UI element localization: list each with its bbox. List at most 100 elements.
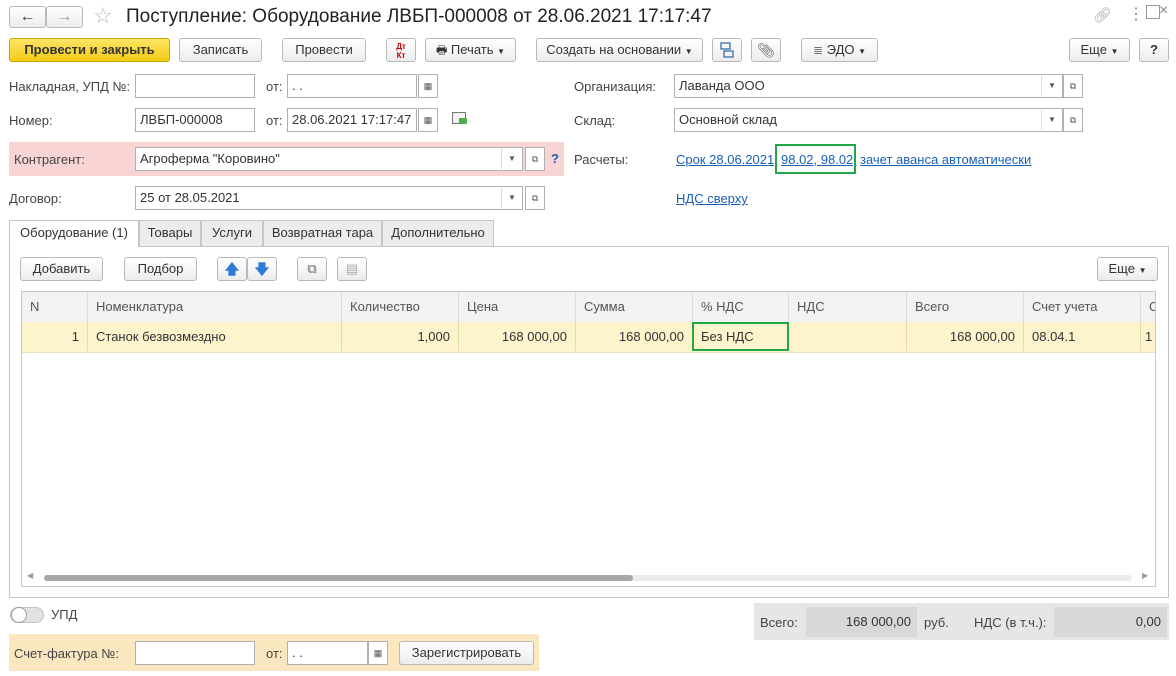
warehouse-dropdown-icon[interactable]: ▼ xyxy=(1041,108,1063,132)
payments-label: Расчеты: xyxy=(574,152,629,167)
move-down-button[interactable]: 🡇 xyxy=(247,257,277,281)
print-label: Печать xyxy=(450,42,494,57)
col-quantity[interactable]: Количество xyxy=(342,292,459,322)
col-extra[interactable]: С xyxy=(1141,292,1155,322)
col-price[interactable]: Цена xyxy=(459,292,576,322)
scroll-left-icon[interactable]: ◀ xyxy=(27,571,33,580)
toggle-knob xyxy=(11,607,27,623)
upd-toggle[interactable] xyxy=(10,607,44,623)
calendar-icon[interactable]: ▦ xyxy=(418,74,438,98)
col-n[interactable]: N xyxy=(22,292,88,322)
tab-additional[interactable]: Дополнительно xyxy=(382,220,494,246)
vat-on-top-link[interactable]: НДС сверху xyxy=(676,191,748,206)
vat-total-label: НДС (в т.ч.): xyxy=(974,615,1047,630)
sf-from-label: от: xyxy=(266,646,283,661)
contractor-dropdown-icon[interactable]: ▼ xyxy=(501,147,523,171)
contractor-open-icon[interactable]: ⧉ xyxy=(525,147,545,171)
horizontal-scrollbar-thumb[interactable] xyxy=(44,575,633,581)
edo-icon: ≣ xyxy=(812,43,824,57)
total-value: 168 000,00 xyxy=(806,607,917,637)
maximize-icon[interactable] xyxy=(1146,5,1160,19)
col-total[interactable]: Всего xyxy=(907,292,1024,322)
col-vat-rate[interactable]: % НДС xyxy=(693,292,789,322)
create-based-label: Создать на основании xyxy=(546,42,682,57)
sf-number-field[interactable] xyxy=(135,641,255,665)
payments-advance-link[interactable]: зачет аванса автоматически xyxy=(860,152,1031,167)
col-vat[interactable]: НДС xyxy=(789,292,907,322)
number-date-field[interactable]: 28.06.2021 17:17:47 xyxy=(287,108,417,132)
help-q-icon[interactable]: ? xyxy=(551,151,559,166)
edo-button[interactable]: ≣ ЭДО ▼ xyxy=(801,38,878,62)
add-row-button[interactable]: Добавить xyxy=(20,257,103,281)
tab-returnable-packaging[interactable]: Возвратная тара xyxy=(263,220,382,246)
cell-n[interactable]: 1 xyxy=(22,322,88,351)
calendar-icon[interactable]: ▦ xyxy=(418,108,438,132)
cell-nomenclature[interactable]: Станок безвозмездно xyxy=(88,322,342,351)
arrow-down-icon: 🡇 xyxy=(254,261,270,277)
organization-dropdown-icon[interactable]: ▼ xyxy=(1041,74,1063,98)
select-button[interactable]: Подбор xyxy=(124,257,197,281)
structure-button[interactable] xyxy=(712,38,742,62)
table-more-button[interactable]: Еще ▼ xyxy=(1097,257,1158,281)
tab-equipment[interactable]: Оборудование (1) xyxy=(9,220,139,247)
dt-kt-button[interactable]: Дт Кт xyxy=(386,38,416,62)
printer-icon: 🖶︎ xyxy=(435,43,448,57)
warehouse-field[interactable]: Основной склад xyxy=(674,108,1042,132)
more-label: Еще xyxy=(1080,42,1107,57)
favorite-star-icon[interactable]: ☆ xyxy=(93,4,113,28)
contract-open-icon[interactable]: ⧉ xyxy=(525,186,545,210)
post-button[interactable]: Провести xyxy=(282,38,366,62)
cell-sum[interactable]: 168 000,00 xyxy=(576,322,693,351)
contract-dropdown-icon[interactable]: ▼ xyxy=(501,186,523,210)
post-and-close-button[interactable]: Провести и закрыть xyxy=(9,38,170,62)
cell-price[interactable]: 168 000,00 xyxy=(459,322,576,351)
organization-open-icon[interactable]: ⧉ xyxy=(1063,74,1083,98)
cell-vat[interactable] xyxy=(789,322,907,351)
cell-account[interactable]: 08.04.1 xyxy=(1024,322,1141,351)
save-button[interactable]: Записать xyxy=(179,38,262,62)
register-button[interactable]: Зарегистрировать xyxy=(399,641,534,665)
scroll-right-icon[interactable]: ▶ xyxy=(1142,571,1148,580)
col-account[interactable]: Счет учета xyxy=(1024,292,1141,322)
paperclip-icon: 📎︎ xyxy=(757,42,775,58)
invoice-date-field[interactable]: . . xyxy=(287,74,417,98)
vat-total-value: 0,00 xyxy=(1054,607,1167,637)
sf-date-field[interactable]: . . xyxy=(287,641,368,665)
invoice-from-label: от: xyxy=(266,79,283,94)
create-based-button[interactable]: Создать на основании ▼ xyxy=(536,38,703,62)
comment-icon[interactable] xyxy=(452,112,467,124)
number-field[interactable]: ЛВБП-000008 xyxy=(135,108,255,132)
attachment-button[interactable]: 📎︎ xyxy=(751,38,781,62)
cell-total[interactable]: 168 000,00 xyxy=(907,322,1024,351)
invoice-number-field[interactable] xyxy=(135,74,255,98)
tab-goods[interactable]: Товары xyxy=(139,220,201,246)
copy-button[interactable]: ⧉ xyxy=(297,257,327,281)
organization-label: Организация: xyxy=(574,79,657,94)
organization-field[interactable]: Лаванда ООО xyxy=(674,74,1042,98)
warehouse-label: Склад: xyxy=(574,113,616,128)
more-button[interactable]: Еще ▼ xyxy=(1069,38,1130,62)
close-icon[interactable]: × xyxy=(1159,2,1168,20)
calendar-icon[interactable]: ▦ xyxy=(368,641,388,665)
link-icon[interactable]: 🔗︎ xyxy=(1093,6,1112,24)
total-label: Всего: xyxy=(760,615,798,630)
back-button[interactable]: ← xyxy=(9,6,46,28)
help-button[interactable]: ? xyxy=(1139,38,1169,62)
warehouse-open-icon[interactable]: ⧉ xyxy=(1063,108,1083,132)
payments-term-link[interactable]: Срок 28.06.2021, xyxy=(676,152,778,167)
forward-button[interactable]: → xyxy=(46,6,83,28)
contract-field[interactable]: 25 от 28.05.2021 xyxy=(135,186,502,210)
contractor-field[interactable]: Агроферма "Коровино" xyxy=(135,147,502,171)
move-up-button[interactable]: 🡅 xyxy=(217,257,247,281)
tab-services[interactable]: Услуги xyxy=(201,220,263,246)
col-sum[interactable]: Сумма xyxy=(576,292,693,322)
table-more-label: Еще xyxy=(1108,261,1135,276)
invoice-label: Накладная, УПД №: xyxy=(9,79,131,94)
cell-quantity[interactable]: 1,000 xyxy=(342,322,459,351)
cell-extra[interactable]: 1 xyxy=(1141,322,1155,351)
col-nomenclature[interactable]: Номенклатура xyxy=(88,292,342,322)
dt-kt-icon: Дт Кт xyxy=(396,42,406,60)
menu-dots-icon[interactable]: ⋮ xyxy=(1128,5,1144,25)
paste-button[interactable]: ▤ xyxy=(337,257,367,281)
print-button[interactable]: 🖶︎ Печать ▼ xyxy=(425,38,516,62)
